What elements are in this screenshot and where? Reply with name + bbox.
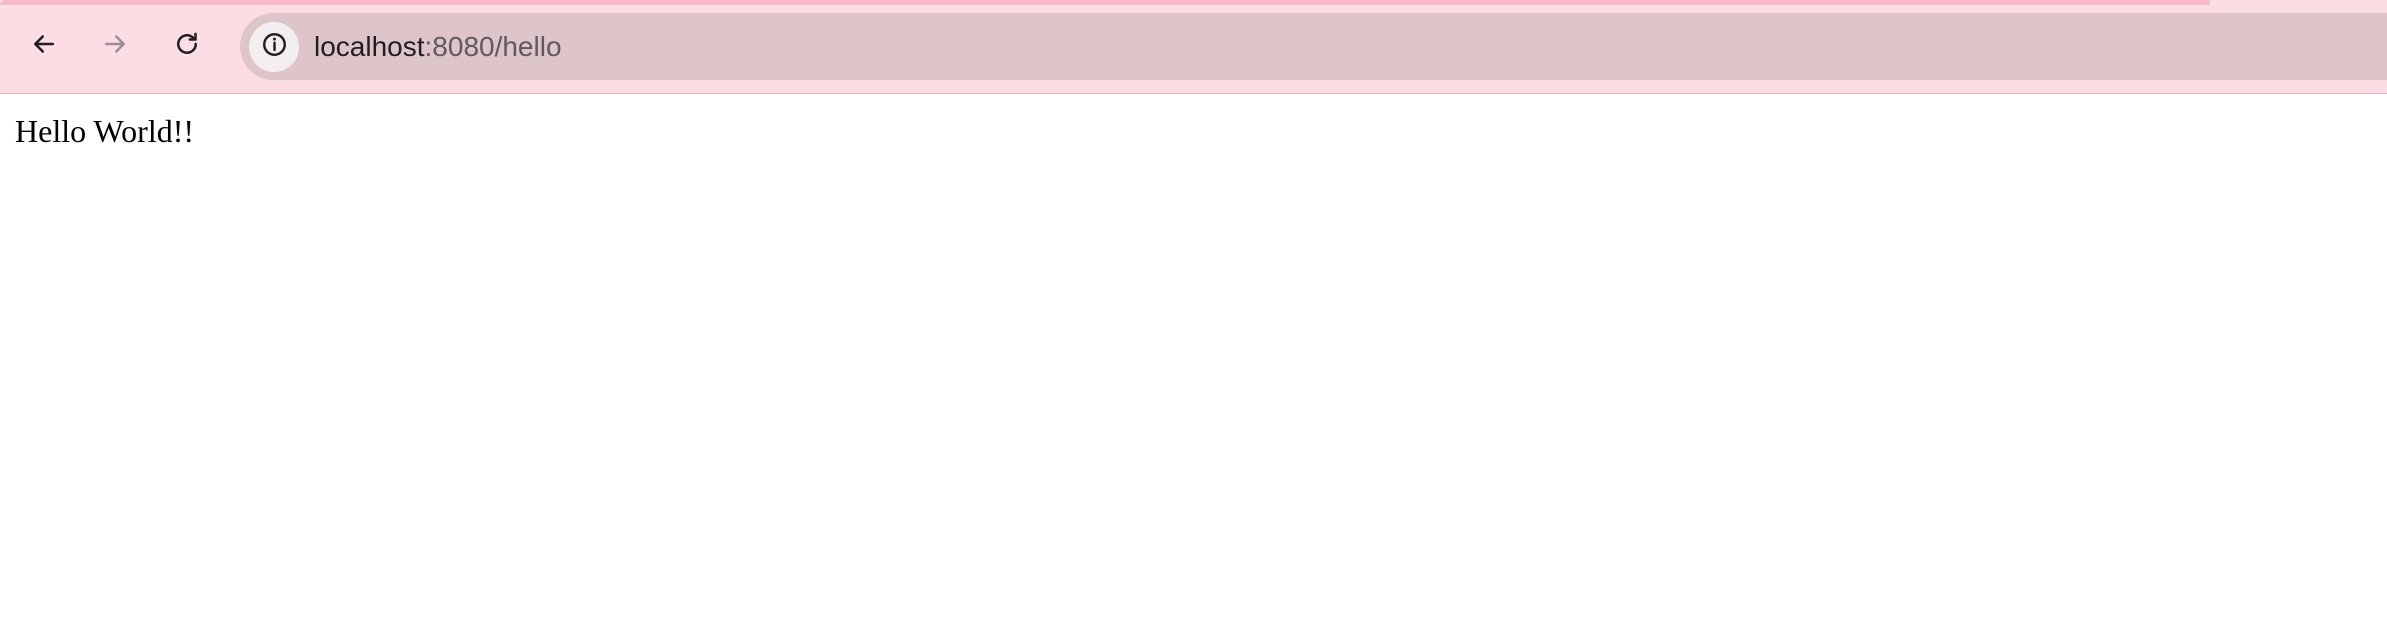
browser-toolbar: localhost:8080/hello: [0, 0, 2387, 94]
address-bar[interactable]: localhost:8080/hello: [240, 13, 2387, 80]
arrow-right-icon: [100, 29, 130, 64]
url-text[interactable]: localhost:8080/hello: [314, 31, 562, 63]
url-path: :8080/hello: [424, 31, 562, 62]
page-content: Hello World!!: [0, 95, 2387, 625]
site-info-button[interactable]: [249, 22, 299, 72]
forward-button[interactable]: [92, 23, 138, 69]
url-host: localhost: [314, 31, 425, 62]
info-icon: [260, 30, 289, 64]
hello-world-text: Hello World!!: [15, 113, 195, 149]
back-button[interactable]: [21, 23, 67, 69]
reload-icon: [172, 29, 202, 64]
reload-button[interactable]: [164, 23, 210, 69]
arrow-left-icon: [29, 29, 59, 64]
tab-strip-accent: [0, 0, 2210, 5]
